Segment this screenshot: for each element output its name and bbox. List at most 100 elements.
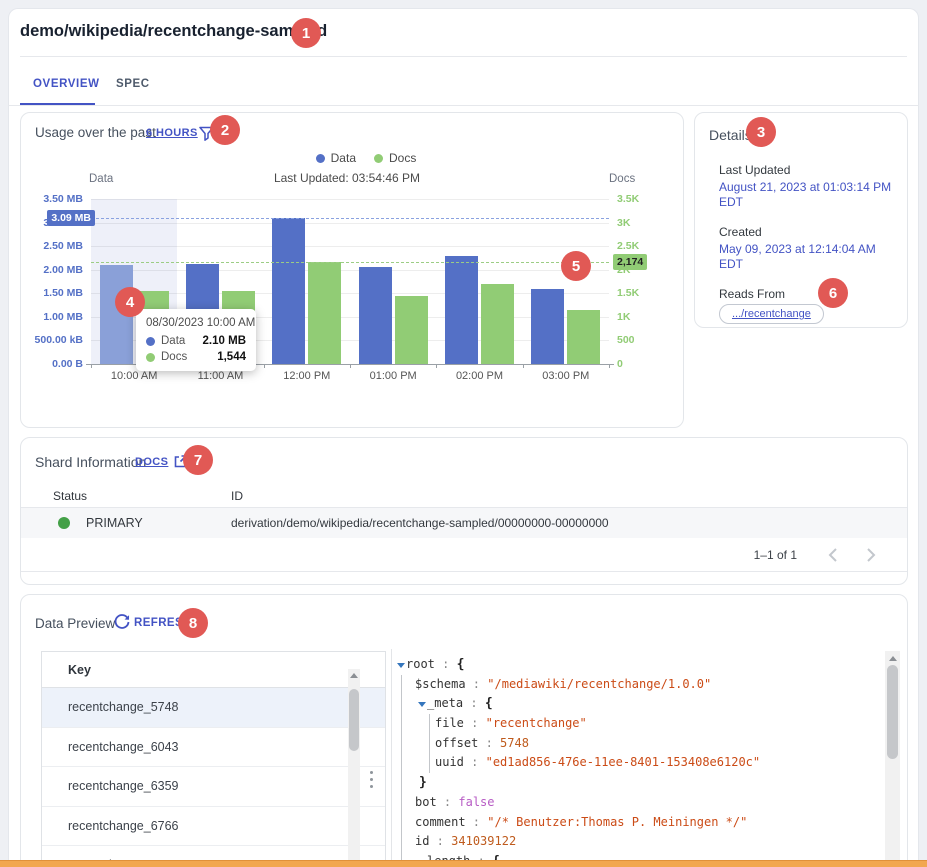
left-axis-tick: 2.50 MB bbox=[43, 240, 83, 252]
json-key: bot bbox=[415, 795, 437, 809]
json-colon: : bbox=[429, 834, 451, 848]
x-axis-label: 01:00 PM bbox=[350, 370, 436, 382]
collapse-arrow-icon[interactable] bbox=[397, 663, 405, 668]
json-colon: : bbox=[478, 736, 500, 750]
preview-card-title: Data Preview bbox=[35, 616, 115, 631]
docs-bar-0300pm[interactable] bbox=[567, 310, 600, 364]
json-scrollbar[interactable] bbox=[885, 651, 900, 867]
json-value-brace: } bbox=[419, 775, 427, 790]
column-header-status: Status bbox=[53, 489, 87, 503]
scroll-up-icon[interactable] bbox=[889, 656, 897, 661]
left-axis-tick: 1.50 MB bbox=[43, 287, 83, 299]
data-bar-0200pm[interactable] bbox=[445, 256, 478, 364]
key-list-scrollbar[interactable] bbox=[348, 669, 360, 867]
data-bar-1200pm[interactable] bbox=[272, 218, 305, 364]
pane-resize-handle[interactable] bbox=[370, 771, 374, 792]
json-line: _meta : { bbox=[392, 694, 883, 714]
tab-spec[interactable]: SPEC bbox=[116, 78, 150, 90]
table-footer-divider bbox=[21, 571, 907, 572]
docs-bar-0100pm[interactable] bbox=[395, 296, 428, 364]
key-list: Key recentchange_5748recentchange_6043re… bbox=[41, 651, 386, 867]
key-row[interactable]: recentchange_5748 bbox=[42, 688, 385, 728]
json-value-string: "/* Benutzer:Thomas P. Meiningen */" bbox=[487, 815, 747, 829]
json-key: $schema bbox=[415, 677, 466, 691]
scrollbar-thumb[interactable] bbox=[887, 665, 898, 759]
docs-bar-0200pm[interactable] bbox=[481, 284, 514, 364]
json-line: $schema : "/mediawiki/recentchange/1.0.0… bbox=[392, 675, 883, 695]
json-key: offset bbox=[435, 736, 478, 750]
json-colon: : bbox=[464, 755, 486, 769]
docs-bar-1200pm[interactable] bbox=[308, 262, 341, 364]
collapse-arrow-icon[interactable] bbox=[418, 702, 426, 707]
key-row[interactable]: recentchange_6766 bbox=[42, 807, 385, 847]
json-colon: : bbox=[464, 716, 486, 730]
y-axis-end-tick bbox=[86, 364, 91, 365]
json-text: root : { bbox=[406, 657, 464, 671]
json-text: bot : false bbox=[415, 795, 495, 809]
key-list-body: recentchange_5748recentchange_6043recent… bbox=[42, 688, 385, 867]
column-header-id: ID bbox=[231, 489, 243, 503]
json-guide-line bbox=[429, 734, 430, 754]
json-text: uuid : "ed1ad856-476e-11ee-8401-153408e6… bbox=[435, 755, 760, 769]
field-value: May 09, 2023 at 12:14:04 AM EDT bbox=[719, 242, 901, 272]
json-guide-line bbox=[401, 773, 402, 793]
annotation-badge-7: 7 bbox=[183, 445, 213, 475]
json-guide-line bbox=[401, 753, 402, 773]
json-key: _meta bbox=[427, 696, 463, 710]
pagination-range: 1–1 of 1 bbox=[754, 548, 797, 562]
details-card: Details Last Updated August 21, 2023 at … bbox=[694, 112, 908, 328]
json-value-string: "ed1ad856-476e-11ee-8401-153408e6120c" bbox=[486, 755, 761, 769]
json-text: } bbox=[419, 775, 427, 789]
tooltip-row-data: Data 2.10 MB bbox=[146, 335, 246, 347]
tab-overview[interactable]: OVERVIEW bbox=[33, 78, 100, 90]
json-guide-line bbox=[401, 813, 402, 833]
shard-docs-link[interactable]: DOCS bbox=[135, 456, 168, 468]
json-text: id : 341039122 bbox=[415, 834, 516, 848]
json-line: file : "recentchange" bbox=[392, 714, 883, 734]
data-bar-0300pm[interactable] bbox=[531, 289, 564, 364]
tooltip-label: Docs bbox=[161, 351, 187, 363]
scroll-up-icon[interactable] bbox=[350, 673, 358, 678]
json-key: id bbox=[415, 834, 429, 848]
tooltip-row-docs: Docs 1,544 bbox=[146, 351, 246, 363]
shard-status: PRIMARY bbox=[86, 516, 143, 530]
x-axis-tick bbox=[91, 364, 92, 368]
x-axis-label: 02:00 PM bbox=[436, 370, 522, 382]
json-colon: : bbox=[435, 657, 457, 671]
annotation-badge-5: 5 bbox=[561, 251, 591, 281]
scrollbar-thumb[interactable] bbox=[349, 689, 359, 751]
tooltip-label: Data bbox=[161, 335, 185, 347]
json-text: _meta : { bbox=[427, 696, 493, 710]
status-dot-icon bbox=[58, 517, 70, 529]
json-guide-line bbox=[401, 675, 402, 695]
json-line: offset : 5748 bbox=[392, 734, 883, 754]
table-row: PRIMARYderivation/demo/wikipedia/recentc… bbox=[21, 508, 907, 538]
right-axis-tick: 3.5K bbox=[617, 193, 639, 205]
key-column-header: Key bbox=[42, 652, 385, 688]
json-colon: : bbox=[466, 677, 488, 691]
json-colon: : bbox=[437, 795, 459, 809]
previous-page-icon[interactable] bbox=[821, 543, 845, 567]
json-line: } bbox=[392, 773, 883, 793]
json-value-number: 341039122 bbox=[451, 834, 516, 848]
json-guide-line bbox=[401, 694, 402, 714]
key-row[interactable]: recentchange_6359 bbox=[42, 767, 385, 807]
json-value-number: 5748 bbox=[500, 736, 529, 750]
annotation-badge-2: 2 bbox=[210, 115, 240, 145]
json-colon: : bbox=[463, 696, 485, 710]
json-text: comment : "/* Benutzer:Thomas P. Meining… bbox=[415, 815, 747, 829]
x-axis-label: 10:00 AM bbox=[91, 370, 177, 382]
next-page-icon[interactable] bbox=[859, 543, 883, 567]
json-guide-line bbox=[429, 714, 430, 734]
docs-series-dot bbox=[146, 353, 155, 362]
x-axis-label: 03:00 PM bbox=[523, 370, 609, 382]
screenshot-border bbox=[0, 860, 927, 867]
x-axis-tick bbox=[350, 364, 351, 368]
refresh-icon[interactable] bbox=[113, 613, 131, 631]
json-value-brace: { bbox=[457, 657, 465, 672]
page-title: demo/wikipedia/recentchange-sampled bbox=[20, 22, 327, 41]
field-value: August 21, 2023 at 01:03:14 PM EDT bbox=[719, 180, 901, 210]
key-row[interactable]: recentchange_6043 bbox=[42, 728, 385, 768]
data-bar-0100pm[interactable] bbox=[359, 267, 392, 364]
reads-from-chip[interactable]: .../recentchange bbox=[719, 304, 824, 324]
